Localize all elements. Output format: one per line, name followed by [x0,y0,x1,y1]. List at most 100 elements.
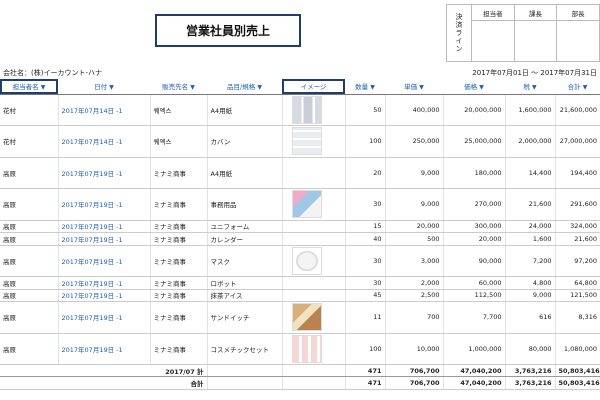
cell-price: 20,000 [442,232,505,246]
cell-image [281,220,345,233]
cell-date-link[interactable]: 2017年07月14日 -1 [57,125,150,158]
cell-image [281,333,345,365]
cell-customer: ミナミ商事 [149,232,207,246]
cell-tax: 1,600 [504,232,555,246]
cell-price: 60,000 [442,276,505,290]
cell-date-link[interactable]: 2017年07月19日 -1 [57,276,150,290]
cell-item: カレンダー [206,232,282,246]
cell-qty: 30 [344,245,385,277]
cell-tax: 2,000,000 [504,125,555,158]
approval-head: 部長 [557,5,600,21]
cell-item: カバン [206,125,282,158]
approval-stamp-area [557,21,599,61]
cell-item: ユニフォーム [206,220,282,233]
cell-date-link[interactable]: 2017年07月19日 -1 [57,301,150,334]
cell-image [281,125,345,158]
cell-image [281,232,345,246]
product-thumbnail-image[interactable] [291,95,322,124]
subtotal-tax: 3,763,216 [504,364,555,377]
cell-image [281,157,345,189]
cell-price: 7,700 [442,301,505,334]
cell-person: 高原 [0,333,58,365]
cell-total: 291,600 [554,188,600,221]
approval-stamp-area [472,21,514,61]
cell-qty: 100 [344,125,385,158]
subtotal-total: 50,803,416 [554,364,600,377]
cell-qty: 15 [344,220,385,233]
cell-date-link[interactable]: 2017年07月19日 -1 [57,232,150,246]
cell-customer: ミナミ商事 [149,276,207,290]
grandtotal-tax: 3,763,216 [504,376,555,390]
cell-tax: 80,000 [504,333,555,365]
subtotal-price: 47,040,200 [442,364,505,377]
cell-total: 21,600,000 [554,94,600,126]
column-header-qty[interactable]: 数量 ▼ [345,79,385,95]
cell-qty: 30 [344,276,385,290]
cell-image [281,188,345,221]
cell-tax: 14,400 [504,157,555,189]
cell-unit-price: 250,000 [384,125,443,158]
caret-down-icon: ▼ [479,84,484,92]
table-row: 高原 2017年07月19日 -1 ミナミ商事 コスメチックセット 100 10… [0,333,600,365]
column-header-person[interactable]: 担当者名 ▼ [0,79,58,95]
cell-date-link[interactable]: 2017年07月19日 -1 [57,245,150,277]
subtotal-row: 2017/07 計 471 706,700 47,040,200 3,763,2… [0,364,600,377]
cell-date-link[interactable]: 2017年07月19日 -1 [57,333,150,365]
column-header-date[interactable]: 日付 ▼ [58,79,150,95]
cell-qty: 40 [344,232,385,246]
product-thumbnail-image[interactable] [291,303,322,332]
caret-down-icon: ▼ [40,84,46,92]
column-header-item[interactable]: 品目/規格 ▼ [207,79,282,95]
approval-head: 課長 [514,5,557,21]
cell-total: 8,316 [554,301,600,334]
cell-date-link[interactable]: 2017年07月19日 -1 [57,220,150,233]
cell-unit-price: 700 [384,301,443,334]
cell-tax: 4,800 [504,276,555,290]
cell-total: 21,600 [554,232,600,246]
cell-item: サンドイッチ [206,301,282,334]
column-header-tax[interactable]: 税 ▼ [505,79,555,95]
cell-customer: ミナミ商事 [149,301,207,334]
cell-image [281,94,345,126]
cell-person: 高原 [0,220,58,233]
column-header-image[interactable]: イメージ [282,79,345,95]
cell-price: 20,000,000 [442,94,505,126]
report-period: 2017年07月01日 ～ 2017年07月31日 [472,69,597,77]
column-header-total[interactable]: 合計 ▼ [555,79,600,95]
cell-date-link[interactable]: 2017年07月19日 -1 [57,289,150,302]
column-header-unit-price[interactable]: 単価 ▼ [385,79,443,95]
product-thumbnail-image[interactable] [291,246,322,275]
cell-person: 花村 [0,125,58,158]
cell-item: A4用紙 [206,157,282,189]
product-thumbnail-image[interactable] [291,334,322,363]
product-thumbnail-image[interactable] [291,127,322,156]
cell-total: 1,080,000 [554,333,600,365]
cell-price: 25,000,000 [442,125,505,158]
cell-unit-price: 3,000 [384,245,443,277]
cell-image [281,301,345,334]
cell-person: 高原 [0,245,58,277]
table-row: 高原 2017年07月19日 -1 ミナミ商事 サンドイッチ 11 700 7,… [0,301,600,334]
cell-date-link[interactable]: 2017年07月19日 -1 [57,188,150,221]
cell-item: マスク [206,245,282,277]
cell-customer: 퀘엑스 [149,125,207,158]
approval-col-manager: 課長 [514,5,558,61]
table-row: 花村 2017年07月14日 -1 퀘엑스 A4用紙 50 400,000 20… [0,94,600,126]
table-row: 高原 2017年07月19日 -1 ミナミ商事 マスク 30 3,000 90,… [0,245,600,277]
product-thumbnail-image[interactable] [291,190,322,219]
caret-down-icon: ▼ [190,84,195,92]
company-name: 会社名：(株)イーカウント-ハナ [3,69,102,77]
cell-customer: ミナミ商事 [149,188,207,221]
cell-item: ロボット [206,276,282,290]
cell-price: 180,000 [442,157,505,189]
caret-down-icon: ▼ [370,84,375,92]
cell-tax: 24,000 [504,220,555,233]
column-header-customer[interactable]: 販売先名 ▼ [150,79,207,95]
cell-date-link[interactable]: 2017年07月14日 -1 [57,94,150,126]
column-header-price[interactable]: 価格 ▼ [443,79,505,95]
cell-date-link[interactable]: 2017年07月19日 -1 [57,157,150,189]
approval-head: 担当者 [472,5,514,21]
cell-qty: 50 [344,94,385,126]
table-row: 高原 2017年07月19日 -1 ミナミ商事 事務用品 30 9,000 27… [0,188,600,221]
table-header-row: 担当者名 ▼ 日付 ▼ 販売先名 ▼ 品目/規格 ▼ イメージ 数量 ▼ 単価 … [0,79,600,95]
